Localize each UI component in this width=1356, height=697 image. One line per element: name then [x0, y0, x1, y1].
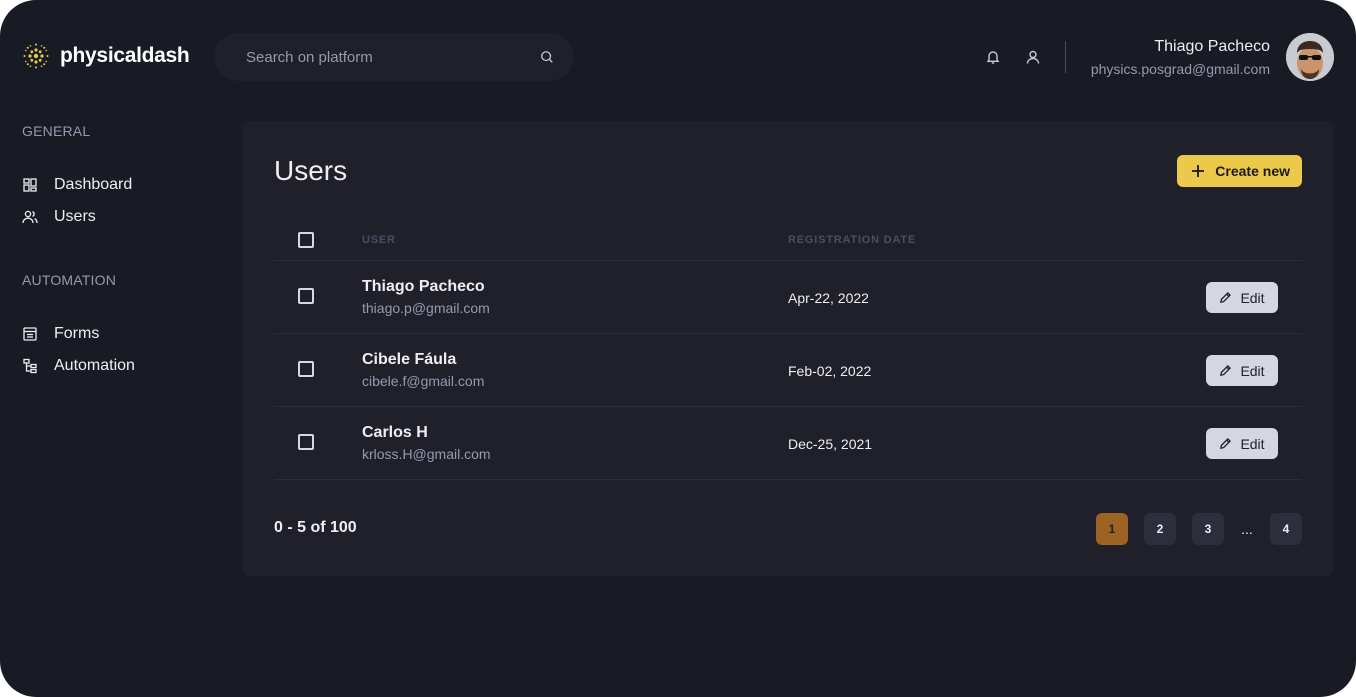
sidebar-section-automation: AUTOMATION: [22, 272, 117, 288]
sidebar-item-forms[interactable]: Forms: [22, 325, 99, 343]
edit-button[interactable]: Edit: [1206, 282, 1278, 313]
profile-name: Thiago Pacheco: [1154, 38, 1270, 55]
edit-button[interactable]: Edit: [1206, 428, 1278, 459]
sidebar-item-label: Automation: [54, 357, 135, 374]
user-icon[interactable]: [1025, 49, 1041, 65]
forms-icon: [23, 327, 37, 341]
pencil-icon: [1220, 438, 1232, 449]
column-header-user: USER: [362, 234, 396, 246]
avatar-photo: [1286, 33, 1334, 81]
registration-date: Dec-25, 2021: [788, 436, 873, 452]
table-row: Carlos H krloss.H@gmail.com Dec-25, 2021…: [274, 407, 1302, 480]
table-row: Thiago Pacheco thiago.p@gmail.com Apr-22…: [274, 261, 1302, 334]
sidebar-item-dashboard[interactable]: Dashboard: [22, 176, 132, 194]
user-email: thiago.p@gmail.com: [362, 300, 490, 316]
sidebar-item-label: Dashboard: [54, 176, 133, 193]
sun-dots-logo-icon: [23, 43, 49, 69]
brand-name: physicaldash: [60, 44, 190, 67]
page-button-4[interactable]: 4: [1270, 513, 1302, 545]
registration-date: Feb-02, 2022: [788, 363, 872, 379]
sidebar-item-label: Users: [54, 208, 96, 225]
edit-label: Edit: [1240, 289, 1265, 306]
app-frame: physicaldash Thiago Pacheco physics.posg…: [0, 0, 1356, 697]
pagination: 1 2 3 ... 4: [1096, 513, 1302, 545]
registration-date: Apr-22, 2022: [788, 290, 869, 306]
table-row: Cibele Fáula cibele.f@gmail.com Feb-02, …: [274, 334, 1302, 407]
users-panel: Users Create new USER REGISTRATION DATE …: [242, 121, 1334, 576]
avatar[interactable]: [1286, 33, 1334, 81]
search-icon[interactable]: [540, 50, 554, 64]
user-email: cibele.f@gmail.com: [362, 373, 485, 389]
sidebar-item-users[interactable]: Users: [22, 208, 96, 226]
dashboard-icon: [23, 178, 37, 192]
pagination-range: 0 - 5 of 100: [274, 519, 357, 536]
pencil-icon: [1220, 365, 1232, 376]
profile-email: physics.posgrad@gmail.com: [1090, 61, 1270, 77]
table-header: USER REGISTRATION DATE: [274, 219, 1302, 261]
automation-icon: [23, 358, 37, 374]
page-button-1[interactable]: 1: [1096, 513, 1128, 545]
search-input[interactable]: [246, 48, 540, 66]
sidebar-section-general: GENERAL: [22, 123, 91, 139]
select-all-checkbox[interactable]: [298, 232, 314, 248]
page-button-3[interactable]: 3: [1192, 513, 1224, 545]
row-checkbox[interactable]: [298, 434, 314, 450]
row-checkbox[interactable]: [298, 361, 314, 377]
page-title: Users: [274, 155, 348, 186]
column-header-registration-date: REGISTRATION DATE: [788, 234, 917, 246]
edit-button[interactable]: Edit: [1206, 355, 1278, 386]
header-divider: [1065, 41, 1066, 73]
edit-label: Edit: [1240, 435, 1265, 452]
brand-logo[interactable]: physicaldash: [22, 42, 190, 70]
user-email: krloss.H@gmail.com: [362, 446, 491, 462]
search-bar[interactable]: [214, 33, 574, 81]
pencil-icon: [1220, 292, 1232, 303]
user-name: Cibele Fáula: [362, 351, 457, 368]
plus-icon: [1192, 165, 1205, 177]
sidebar-item-automation[interactable]: Automation: [22, 357, 135, 375]
user-name: Thiago Pacheco: [362, 278, 485, 295]
user-name: Carlos H: [362, 424, 428, 441]
create-new-button[interactable]: Create new: [1177, 155, 1302, 187]
page-button-2[interactable]: 2: [1144, 513, 1176, 545]
row-checkbox[interactable]: [298, 288, 314, 304]
bell-icon[interactable]: [985, 49, 1001, 65]
users-table: USER REGISTRATION DATE Thiago Pacheco th…: [274, 219, 1302, 480]
edit-label: Edit: [1240, 362, 1265, 379]
create-new-label: Create new: [1215, 163, 1290, 179]
pagination-ellipsis: ...: [1241, 521, 1253, 537]
users-icon: [22, 210, 38, 224]
sidebar-item-label: Forms: [54, 325, 100, 342]
